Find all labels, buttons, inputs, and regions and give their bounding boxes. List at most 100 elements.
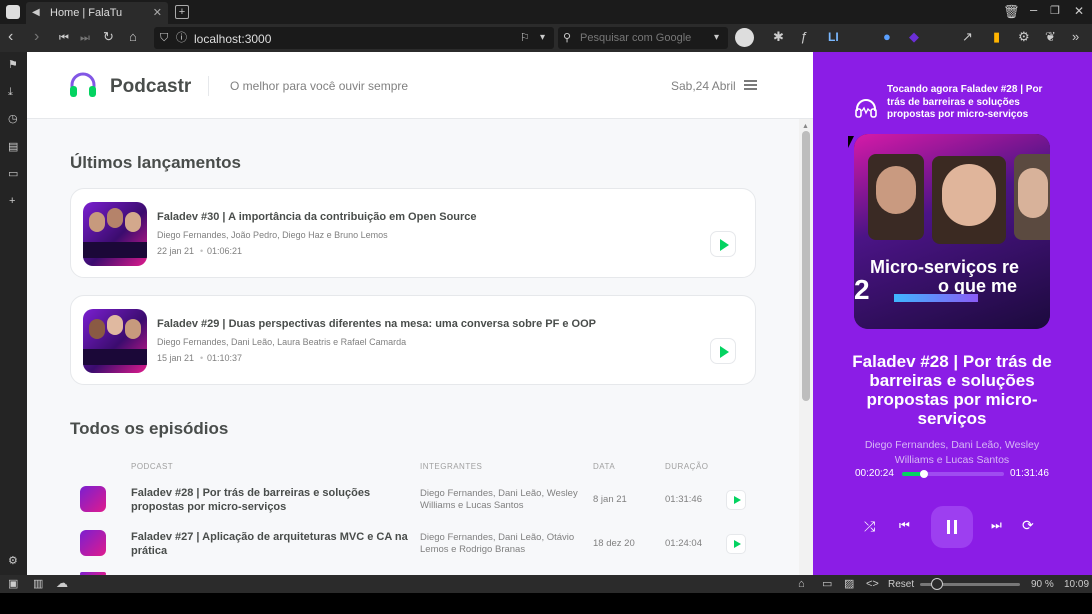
info-icon: ⓘ	[176, 32, 187, 44]
page-scrollbar[interactable]: ▲	[799, 119, 813, 575]
column-header-duration: DURAÇÃO	[665, 462, 709, 471]
address-bar[interactable]: ⛉ ⓘ localhost:3000 ⚐ ▾	[154, 27, 554, 49]
hamburger-menu-icon[interactable]	[744, 80, 757, 90]
player-panel: Tocando agora Faladev #28 | Por trás de …	[813, 52, 1092, 575]
tagline: O melhor para você ouvir sempre	[230, 79, 409, 93]
reset-zoom-button[interactable]: Reset	[888, 578, 914, 592]
header-divider	[208, 76, 209, 96]
headphones-icon	[855, 99, 877, 118]
reload-icon[interactable]: ↻	[103, 30, 114, 44]
row-duration: 01:31:46	[665, 494, 702, 505]
row-duration: 01:24:04	[665, 538, 702, 549]
browser-tab[interactable]: ◀ Home | FalaTu ✕	[26, 2, 168, 24]
pause-button[interactable]	[931, 506, 973, 548]
row-thumbnail[interactable]	[80, 530, 106, 556]
extension-purple-icon[interactable]: ◆	[909, 30, 919, 44]
tab-title: Home | FalaTu	[50, 7, 123, 19]
close-window-icon[interactable]: ✕	[1074, 4, 1084, 18]
progress-slider[interactable]	[902, 470, 1004, 478]
row-title-link[interactable]: Faladev #28 | Por trás de barreiras e so…	[131, 486, 409, 514]
close-tab-icon[interactable]: ✕	[153, 6, 162, 19]
extension-f-icon[interactable]: ƒ	[800, 30, 807, 44]
minimize-icon[interactable]: –	[1030, 3, 1037, 17]
cover-number: 2	[854, 274, 870, 305]
row-members: Diego Fernandes, Dani Leão, Wesley Willi…	[420, 488, 578, 511]
capture-icon[interactable]: ⌂	[798, 577, 805, 591]
code-icon[interactable]: <>	[866, 577, 879, 591]
browser-side-panel: ⚑ ⤓ ◷ ▤ ▭ + ⚙	[0, 52, 27, 575]
cover-text: Micro-serviços re o que me	[870, 258, 1019, 296]
extension-colors-icon[interactable]: ▮	[993, 30, 1000, 44]
extension-arrow-icon[interactable]: ↗	[962, 30, 973, 44]
column-header-podcast: PODCAST	[131, 462, 174, 471]
history-icon[interactable]: ◷	[8, 112, 18, 126]
image-icon[interactable]: ▨	[844, 577, 854, 591]
clock: 10:09	[1064, 579, 1090, 590]
zoom-slider[interactable]	[920, 578, 1020, 590]
shuffle-icon[interactable]: ⤮	[864, 518, 875, 535]
row-date: 18 dez 20	[593, 538, 635, 549]
row-thumbnail[interactable]	[80, 486, 106, 512]
play-icon	[734, 496, 741, 504]
progress-handle[interactable]	[920, 470, 929, 478]
tab-favicon-icon: ◀	[32, 7, 40, 18]
extension-leaf-icon[interactable]: ❦	[1045, 30, 1056, 44]
row-play-button[interactable]	[726, 534, 746, 554]
extension-badge-icon[interactable]: ●	[883, 30, 891, 44]
extension-gear-icon[interactable]: ✱	[773, 30, 784, 44]
settings-gear-icon[interactable]: ⚙	[1018, 30, 1030, 44]
cloud-icon[interactable]: ☁	[56, 576, 68, 590]
browser-tab-bar: ◀ Home | FalaTu ✕ + 🗑 – ❐ ✕	[0, 0, 1092, 24]
fast-forward-icon[interactable]: ⏭	[80, 31, 90, 45]
next-icon[interactable]: ⏭	[991, 518, 1002, 533]
search-input[interactable]: ⚲ Pesquisar com Google ▾	[558, 27, 728, 49]
rewind-icon[interactable]: ⏮	[59, 31, 69, 45]
chevron-down-icon[interactable]: ▾	[540, 31, 545, 45]
panel-toggle-icon[interactable]: ▣	[8, 577, 18, 591]
profile-avatar[interactable]	[735, 28, 754, 47]
play-icon	[720, 346, 729, 358]
app-header: Podcastr O melhor para você ouvir sempre…	[27, 52, 813, 119]
url-text: localhost:3000	[194, 32, 272, 46]
add-panel-icon[interactable]: +	[9, 194, 15, 208]
previous-icon[interactable]: ⏮	[899, 518, 910, 533]
vivaldi-logo-icon[interactable]	[6, 5, 20, 19]
downloads-icon[interactable]: ⤓	[8, 85, 13, 99]
play-button[interactable]	[710, 231, 736, 257]
bookmark-icon[interactable]: ⚐	[520, 31, 530, 45]
new-tab-icon[interactable]: +	[175, 5, 189, 19]
search-icon: ⚲	[563, 32, 572, 44]
episode-date: 15 jan 21	[157, 353, 195, 363]
row-play-button[interactable]	[726, 490, 746, 510]
episode-title-link[interactable]: Faladev #30 | A importância da contribui…	[157, 211, 477, 223]
panel-settings-icon[interactable]: ⚙	[8, 554, 18, 568]
latest-episode-card[interactable]: Faladev #30 | A importância da contribui…	[70, 188, 756, 278]
latest-episode-card[interactable]: Faladev #29 | Duas perspectivas diferent…	[70, 295, 756, 385]
meta-separator: •	[200, 246, 204, 256]
trash-icon[interactable]: 🗑	[1003, 5, 1020, 19]
play-button[interactable]	[710, 338, 736, 364]
forward-icon[interactable]: ›	[34, 29, 39, 45]
row-title-link[interactable]: Faladev #27 | Aplicação de arquiteturas …	[131, 530, 409, 558]
search-dropdown-icon[interactable]: ▾	[714, 31, 719, 45]
episode-thumbnail[interactable]	[83, 202, 147, 266]
bookmarks-icon[interactable]: ⚑	[8, 58, 18, 72]
notes-icon[interactable]: ▤	[8, 140, 18, 154]
episode-title-link[interactable]: Faladev #29 | Duas perspectivas diferent…	[157, 318, 596, 330]
home-icon[interactable]: ⌂	[129, 30, 137, 44]
scrollbar-thumb[interactable]	[802, 131, 810, 401]
tab-tiling-icon[interactable]: ▥	[33, 577, 43, 591]
episode-thumbnail[interactable]	[83, 309, 147, 373]
back-icon[interactable]: ‹	[8, 29, 13, 45]
restore-icon[interactable]: ❐	[1050, 4, 1060, 18]
play-icon	[734, 540, 741, 548]
tile-icon[interactable]: ▭	[822, 577, 832, 591]
repeat-icon[interactable]: ⟳	[1022, 517, 1034, 534]
menu-chevron-icon[interactable]: »	[1072, 30, 1079, 44]
address-toolbar: ‹ › ⏮ ⏭ ↻ ⌂ ⛉ ⓘ localhost:3000 ⚐ ▾ ⚲ Pes…	[0, 24, 1092, 52]
episode-members: Diego Fernandes, Dani Leão, Laura Beatri…	[157, 337, 407, 347]
window-icon[interactable]: ▭	[8, 167, 18, 181]
zoom-slider-handle[interactable]	[931, 578, 943, 590]
extension-li-icon[interactable]: LI	[828, 30, 839, 44]
browser-status-bar: ▣ ▥ ☁ ⌂ ▭ ▨ <> Reset 90 % 10:09	[0, 575, 1092, 593]
